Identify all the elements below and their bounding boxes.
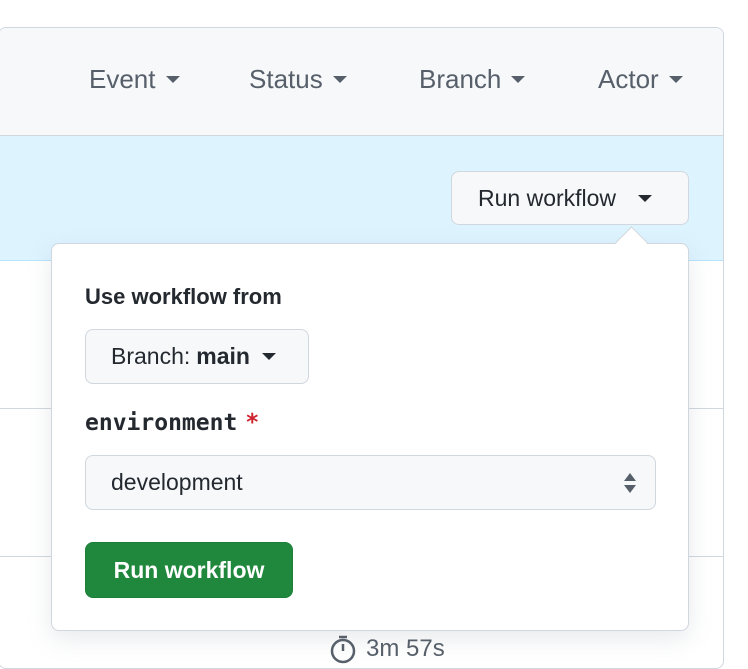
- event-filter-label: Event: [89, 64, 156, 94]
- stopwatch-icon: [330, 635, 356, 664]
- caret-down-icon: [165, 76, 180, 83]
- branch-filter[interactable]: Branch: [419, 64, 526, 95]
- branch-filter-label: Branch: [419, 64, 502, 94]
- run-workflow-dropdown-label: Run workflow: [478, 184, 617, 211]
- branch-select-button[interactable]: Branch: main: [85, 329, 309, 384]
- caret-down-icon: [261, 353, 276, 360]
- run-workflow-submit-button[interactable]: Run workflow: [85, 542, 293, 598]
- environment-label: environment *: [85, 410, 259, 436]
- branch-prefix: Branch:: [111, 343, 191, 369]
- environment-label-text: environment: [85, 410, 238, 436]
- caret-down-icon: [511, 76, 526, 83]
- caret-down-icon: [668, 76, 683, 83]
- event-filter[interactable]: Event: [89, 64, 180, 95]
- run-workflow-popover: Use workflow from Branch: main environme…: [51, 243, 689, 631]
- caret-down-icon: [332, 76, 347, 83]
- environment-select-value: development: [111, 469, 243, 495]
- caret-down-icon: [638, 194, 653, 202]
- popover-title: Use workflow from: [85, 284, 282, 309]
- branch-value: main: [196, 343, 250, 369]
- run-workflow-dropdown-button[interactable]: Run workflow: [451, 171, 689, 225]
- status-filter[interactable]: Status: [249, 64, 347, 95]
- environment-select[interactable]: development: [85, 455, 656, 510]
- run-duration-text: 3m 57s: [366, 635, 445, 662]
- status-filter-label: Status: [249, 64, 323, 94]
- actor-filter-label: Actor: [598, 64, 659, 94]
- filter-bar: Event Status Branch Actor: [0, 28, 723, 136]
- run-duration: 3m 57s: [328, 634, 445, 664]
- required-marker: *: [245, 410, 260, 436]
- actor-filter[interactable]: Actor: [598, 64, 683, 95]
- select-arrows-icon: [624, 473, 636, 493]
